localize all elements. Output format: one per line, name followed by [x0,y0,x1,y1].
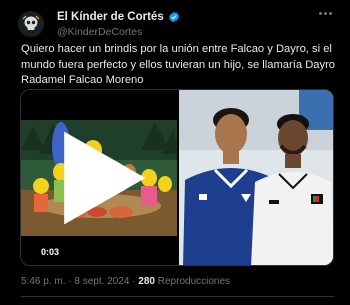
verified-badge-icon [168,11,179,23]
avatar[interactable] [18,11,44,37]
tweet-card[interactable]: El Kínder de Cortés @KinderDeCortes Quie… [0,0,350,305]
divider [21,296,334,297]
photo-image[interactable] [179,90,333,265]
tweet-meta: 5:46 p. m. · 8 sept. 2024 · 280 Reproduc… [21,276,230,287]
views-count: 280 [138,276,155,287]
media-grid[interactable]: 0:03 [20,89,334,266]
skull-avatar-icon [18,11,44,37]
tweet-text: Quiero hacer un brindis por la unión ent… [21,43,336,86]
views-label: Reproducciones [157,276,231,287]
more-options-icon[interactable] [319,12,332,15]
play-icon[interactable] [21,120,177,236]
tweet-time[interactable]: 5:46 p. m. [21,276,65,287]
meta-separator: · [129,276,139,287]
tweet-date[interactable]: 8 sept. 2024 [74,276,129,287]
video-timestamp: 0:03 [41,247,60,257]
author-handle[interactable]: @KinderDeCortes [57,26,142,38]
author-display-name[interactable]: El Kínder de Cortés [57,11,164,23]
video-player[interactable]: 0:03 [21,90,177,265]
